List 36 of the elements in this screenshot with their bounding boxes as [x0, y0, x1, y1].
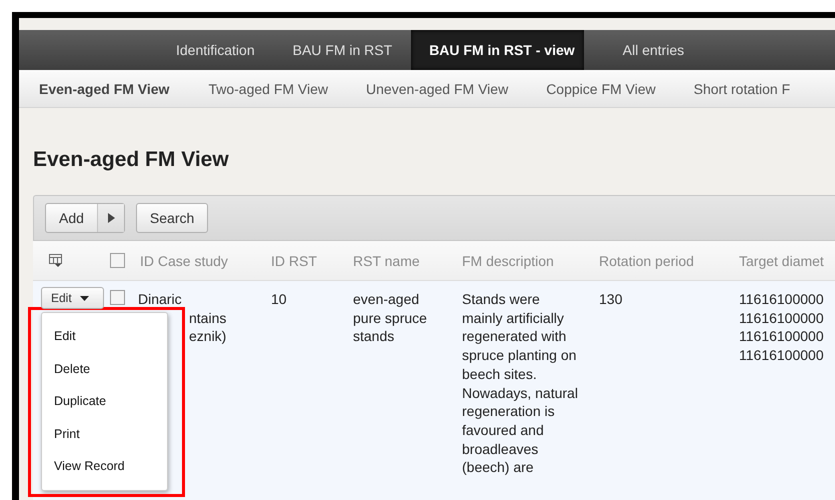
- table-cell-text: 130: [598, 291, 622, 307]
- table-cell-text: 11616100000: [738, 327, 824, 346]
- table-cell-text: Dinaric: [137, 290, 182, 309]
- view-tab[interactable]: Even-aged FM View: [19, 70, 188, 107]
- table-cell-text: ntains: [188, 308, 226, 328]
- add-split-button[interactable]: Add: [45, 203, 125, 233]
- menu-item[interactable]: View Record: [42, 451, 167, 484]
- search-button[interactable]: Search: [136, 203, 208, 233]
- page-title: Even-aged FM View: [33, 148, 229, 172]
- view-tab[interactable]: Uneven-aged FM View: [346, 70, 526, 107]
- table-cell-text: 10: [270, 291, 287, 307]
- select-all-checkbox[interactable]: [110, 253, 125, 268]
- caret-icon: [80, 296, 89, 300]
- caret-icon: [108, 213, 115, 223]
- table-cell-text: Stands were mainly artificially regenerated with spruce planting on beech sites. Nowadays, natural regeneration is favoured and broadleaves (beech) are: [461, 290, 579, 478]
- table-cell-text: 11616100000: [738, 308, 824, 328]
- menu-item[interactable]: Delete: [42, 354, 167, 386]
- nav-tab[interactable]: BAU FM in RST - view: [411, 30, 584, 70]
- table-cell-text: 11616100000: [738, 346, 824, 365]
- table-cell-text: 11616100000: [738, 290, 824, 309]
- edit-dropdown-button[interactable]: Edit: [41, 287, 104, 309]
- menu-item[interactable]: Duplicate: [42, 386, 167, 418]
- view-tab[interactable]: Two-aged FM View: [188, 70, 346, 107]
- menu-item[interactable]: Print: [42, 418, 167, 451]
- menu-item[interactable]: Edit: [42, 321, 167, 354]
- row-checkbox[interactable]: [110, 290, 125, 305]
- view-tab[interactable]: Short rotation F: [674, 70, 808, 107]
- nav-tab[interactable]: Identification: [157, 30, 274, 70]
- add-button[interactable]: Add: [46, 204, 97, 232]
- add-menu-toggle[interactable]: [96, 204, 124, 232]
- view-tab[interactable]: Coppice FM View: [526, 70, 674, 107]
- table-cell-text: eznik): [188, 327, 226, 346]
- nav-tab[interactable]: All entries: [604, 30, 704, 70]
- table-cell-text: even-aged pure spruce stands: [352, 290, 428, 346]
- column-chooser-icon[interactable]: [49, 254, 63, 268]
- nav-tab[interactable]: BAU FM in RST: [274, 30, 412, 70]
